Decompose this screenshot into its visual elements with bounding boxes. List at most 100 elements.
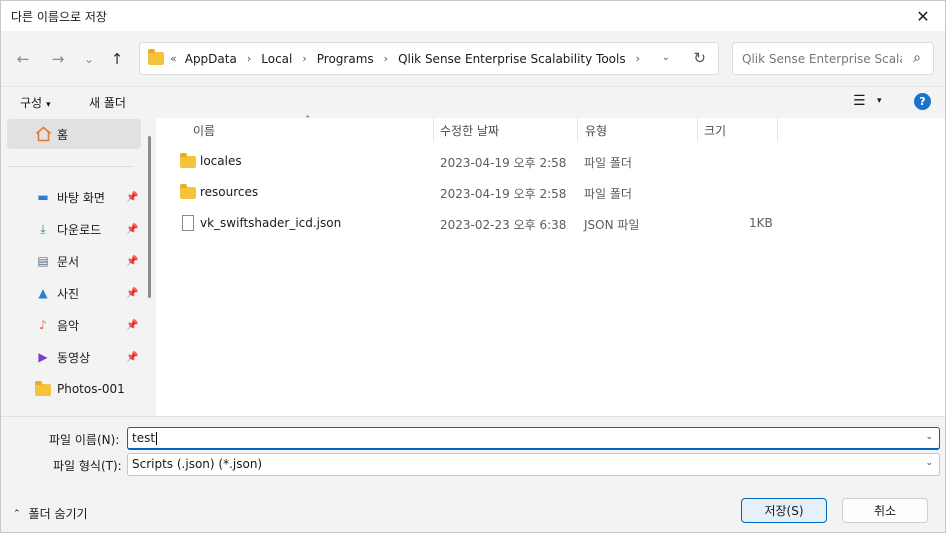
- chevron-down-icon: ⌄: [83, 52, 95, 66]
- dialog-title: 다른 이름으로 저장: [11, 10, 107, 24]
- file-name: vk_swiftshader_icd.json: [200, 216, 342, 230]
- chevron-right-icon[interactable]: ›: [636, 52, 640, 65]
- refresh-icon[interactable]: ↻: [693, 49, 706, 67]
- recent-locations-button[interactable]: ⌄: [79, 49, 99, 69]
- command-toolbar: 구성 ▾ 새 폴더 ☰ ▾ ?: [1, 87, 945, 118]
- sort-ascending-icon: ⌃: [304, 115, 312, 125]
- table-row[interactable]: locales 2023-04-19 오후 2:58 파일 폴더: [161, 148, 945, 176]
- column-divider[interactable]: [697, 118, 698, 142]
- desktop-icon: ▬: [37, 190, 49, 204]
- cancel-button[interactable]: 취소: [842, 498, 928, 523]
- column-divider[interactable]: [577, 118, 578, 142]
- chevron-right-icon[interactable]: ›: [302, 52, 306, 65]
- chevron-right-icon[interactable]: ›: [247, 52, 251, 65]
- column-header-name[interactable]: 이름: [193, 122, 215, 139]
- back-arrow-icon: ←: [16, 50, 30, 68]
- filename-label: 파일 이름(N):: [49, 433, 120, 447]
- pin-icon[interactable]: 📌: [126, 320, 138, 331]
- filetype-select[interactable]: Scripts (.json) (*.json) ⌄: [127, 453, 940, 476]
- file-size: 1KB: [749, 216, 773, 230]
- document-icon: ▤: [37, 254, 49, 268]
- file-modified: 2023-04-19 오후 2:58: [440, 187, 567, 201]
- sidebar-item-label: 동영상: [57, 350, 91, 365]
- sidebar-item-photos-001[interactable]: Photos-001: [35, 377, 125, 401]
- download-icon: ⤓: [40, 221, 46, 236]
- save-as-dialog: 다른 이름으로 저장 ✕ ← → ⌄ ↑ « AppData › Local ›…: [0, 0, 946, 533]
- pin-icon[interactable]: 📌: [126, 224, 138, 235]
- hide-folders-button[interactable]: ⌃ 폴더 숨기기: [13, 505, 88, 522]
- sidebar-item-label: 바탕 화면: [57, 190, 105, 205]
- sidebar-item-label: 음악: [57, 318, 80, 333]
- file-list: ⌃ 이름 수정한 날짜 유형 크기 locales 2023-04-19 오후 …: [161, 115, 945, 416]
- address-history-chevron-icon[interactable]: ⌄: [662, 52, 670, 63]
- sidebar-item-music[interactable]: ♪ 음악: [35, 313, 79, 337]
- pictures-icon: ▲: [38, 286, 48, 300]
- sidebar-item-home[interactable]: 홈: [7, 119, 141, 149]
- filename-field[interactable]: test ⌄: [127, 427, 940, 450]
- videos-icon: ▶: [38, 350, 48, 364]
- column-header-modified[interactable]: 수정한 날짜: [440, 122, 499, 139]
- chevron-down-icon: ⌄: [925, 458, 933, 468]
- sidebar-item-downloads[interactable]: ⤓ 다운로드: [35, 217, 101, 241]
- breadcrumb-item[interactable]: Programs: [317, 52, 374, 66]
- filetype-label: 파일 형식(T):: [53, 459, 122, 473]
- music-icon: ♪: [39, 318, 47, 332]
- folder-icon: [180, 153, 196, 168]
- pin-icon[interactable]: 📌: [126, 256, 138, 267]
- table-row[interactable]: vk_swiftshader_icd.json 2023-02-23 오후 6:…: [161, 210, 945, 238]
- breadcrumb-item[interactable]: Local: [261, 52, 292, 66]
- navigation-pane: 홈 ▬ 바탕 화면 📌 ⤓ 다운로드 📌 ▤ 문서 📌 ▲ 사진 📌 ♪ 음악 …: [1, 118, 156, 416]
- back-button[interactable]: ←: [13, 49, 33, 69]
- column-divider[interactable]: [777, 118, 778, 142]
- sidebar-scrollbar[interactable]: [148, 136, 151, 298]
- column-header-size[interactable]: 크기: [704, 122, 726, 139]
- sidebar-item-desktop[interactable]: ▬ 바탕 화면: [35, 185, 105, 209]
- table-row[interactable]: resources 2023-04-19 오후 2:58 파일 폴더: [161, 179, 945, 207]
- file-modified: 2023-04-19 오후 2:58: [440, 156, 567, 170]
- search-input[interactable]: Qlik Sense Enterprise Scala... ⌕: [732, 42, 934, 75]
- organize-button[interactable]: 구성 ▾: [20, 94, 51, 111]
- file-type: JSON 파일: [584, 218, 640, 232]
- text-cursor: [156, 432, 158, 445]
- sidebar-item-videos[interactable]: ▶ 동영상: [35, 345, 90, 369]
- chevron-down-icon[interactable]: ⌄: [925, 432, 933, 442]
- sidebar-item-pictures[interactable]: ▲ 사진: [35, 281, 79, 305]
- chevron-up-icon: ⌃: [13, 508, 21, 519]
- pin-icon[interactable]: 📌: [126, 352, 138, 363]
- new-folder-label: 새 폴더: [89, 96, 126, 110]
- help-glyph: ?: [919, 95, 926, 108]
- caret-down-icon: ▾: [46, 100, 51, 110]
- file-icon: [182, 215, 194, 231]
- save-options-panel: 파일 이름(N): test ⌄ 파일 형식(T): Scripts (.jso…: [1, 416, 945, 532]
- column-header-type[interactable]: 유형: [585, 122, 607, 139]
- sidebar-item-label: 다운로드: [57, 222, 102, 237]
- file-type: 파일 폴더: [584, 156, 632, 170]
- chevron-right-icon[interactable]: ›: [384, 52, 388, 65]
- column-divider[interactable]: [433, 118, 434, 142]
- new-folder-button[interactable]: 새 폴더: [89, 94, 126, 111]
- sidebar-item-documents[interactable]: ▤ 문서: [35, 249, 79, 273]
- help-icon[interactable]: ?: [914, 93, 931, 110]
- folder-icon: [180, 184, 196, 199]
- more-locations-icon[interactable]: «: [170, 52, 177, 65]
- forward-arrow-icon: →: [51, 50, 65, 68]
- pin-icon[interactable]: 📌: [126, 288, 138, 299]
- breadcrumb-item[interactable]: AppData: [185, 52, 237, 66]
- sidebar-item-label: 사진: [57, 286, 80, 301]
- caret-down-icon[interactable]: ▾: [877, 96, 882, 106]
- breadcrumb: AppData › Local › Programs › Qlik Sense …: [185, 52, 650, 66]
- address-bar[interactable]: « AppData › Local › Programs › Qlik Sens…: [139, 42, 719, 75]
- view-options-icon[interactable]: ☰: [853, 93, 866, 109]
- search-icon[interactable]: ⌕: [913, 50, 921, 66]
- forward-button[interactable]: →: [48, 49, 68, 69]
- hide-folders-label: 폴더 숨기기: [28, 507, 88, 521]
- file-name: resources: [200, 185, 259, 199]
- breadcrumb-item[interactable]: Qlik Sense Enterprise Scalability Tools: [398, 52, 626, 66]
- navigation-bar: ← → ⌄ ↑ « AppData › Local › Programs › Q…: [1, 31, 945, 87]
- close-button[interactable]: ✕: [901, 1, 945, 31]
- save-button[interactable]: 저장(S): [741, 498, 827, 523]
- up-button[interactable]: ↑: [107, 49, 127, 69]
- file-name: locales: [200, 154, 242, 168]
- search-placeholder: Qlik Sense Enterprise Scala...: [742, 52, 902, 66]
- pin-icon[interactable]: 📌: [126, 192, 138, 203]
